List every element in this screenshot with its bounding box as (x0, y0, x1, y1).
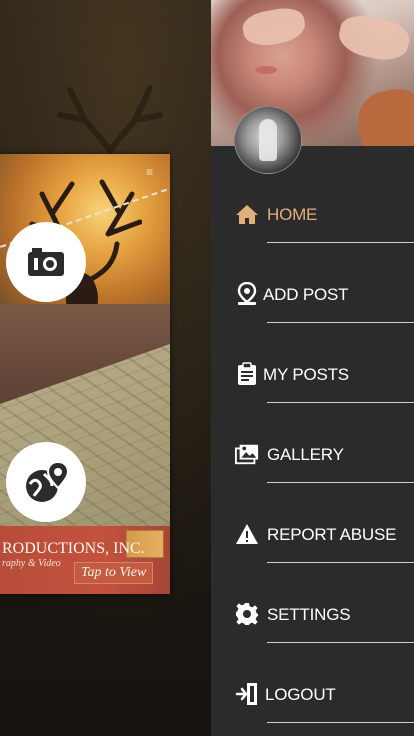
cover-sleeve-shape (352, 83, 414, 146)
home-icon (235, 202, 259, 226)
banner-title: RODUCTIONS, INC. (2, 540, 145, 557)
camera-button[interactable] (6, 222, 86, 302)
menu-label-gallery: GALLERY (267, 445, 344, 464)
globe-pin-icon (26, 460, 70, 502)
clipboard-icon (235, 362, 259, 386)
menu-divider (267, 402, 414, 403)
tap-to-view-button[interactable]: Tap to View (74, 562, 154, 584)
menu-item-report-abuse[interactable]: REPORT ABUSE (211, 494, 414, 574)
menu-label-add-post: ADD POST (263, 285, 349, 304)
menu-label-my-posts: MY POSTS (263, 365, 349, 384)
menu-icon[interactable]: ≡ (146, 166, 153, 178)
menu-label-home: HOME (267, 205, 318, 224)
avatar[interactable] (234, 106, 302, 174)
menu-divider (267, 722, 414, 723)
menu-item-settings[interactable]: SETTINGS (211, 574, 414, 654)
menu-item-gallery[interactable]: GALLERY (211, 414, 414, 494)
menu-item-add-post[interactable]: ADD POST (211, 254, 414, 334)
menu-divider (267, 482, 414, 483)
drawer-menu: HOME ADD POST MY POSTS GALLERY REPORT AB… (211, 174, 414, 736)
menu-label-settings: SETTINGS (267, 605, 351, 624)
gear-icon (235, 602, 259, 626)
banner-subtitle: raphy & Video (2, 558, 61, 569)
gallery-icon (235, 442, 259, 466)
cover-lips-shape (255, 66, 277, 74)
cover-hand-shape (335, 11, 413, 65)
cover-hand-shape (240, 4, 308, 50)
map-location-button[interactable] (6, 442, 86, 522)
menu-divider (267, 562, 414, 563)
logout-icon (235, 682, 259, 706)
menu-divider (267, 242, 414, 243)
menu-divider (267, 322, 414, 323)
avatar-figure (259, 119, 277, 161)
menu-label-report-abuse: REPORT ABUSE (267, 525, 397, 544)
menu-item-home[interactable]: HOME (211, 174, 414, 254)
camera-icon (28, 248, 64, 276)
menu-divider (267, 642, 414, 643)
menu-label-logout: LOGOUT (265, 685, 336, 704)
menu-item-my-posts[interactable]: MY POSTS (211, 334, 414, 414)
menu-item-logout[interactable]: LOGOUT (211, 654, 414, 734)
warning-icon (235, 522, 259, 546)
location-pin-icon (235, 282, 259, 306)
